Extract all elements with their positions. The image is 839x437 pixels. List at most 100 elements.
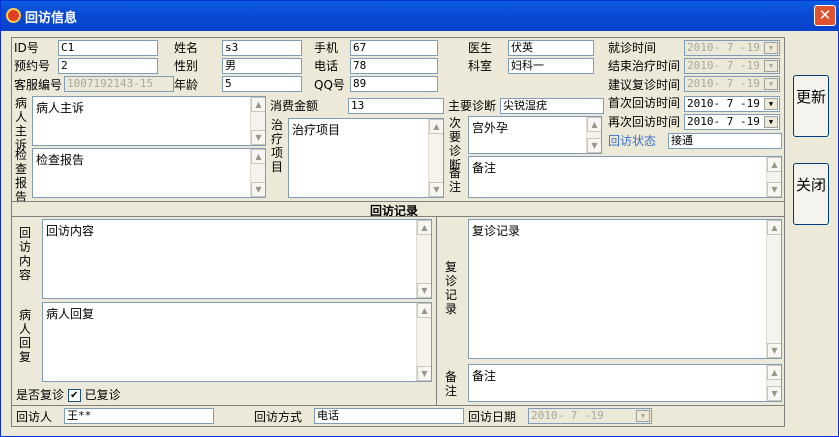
update-button[interactable]: 更新	[793, 75, 829, 137]
patient-reply-textarea[interactable]: 病人回复 ▲ ▼	[42, 302, 432, 382]
revisited-label: 是否复诊 ✔ 已复诊	[16, 388, 121, 402]
revisit-record-textarea[interactable]: 复诊记录 ▲ ▼	[468, 219, 782, 359]
scroll-down-icon[interactable]: ▼	[417, 283, 431, 298]
scrollbar[interactable]: ▲ ▼	[766, 365, 781, 401]
revisited-checkbox[interactable]: ✔	[67, 389, 81, 402]
scroll-down-icon[interactable]: ▼	[767, 343, 781, 358]
visitor-label: 回访人	[16, 410, 53, 424]
scrollbar[interactable]: ▲ ▼	[586, 117, 601, 153]
name-field[interactable]: s3	[222, 40, 302, 56]
main-diagnosis-label: 主要诊断	[448, 99, 497, 113]
appointment-label: 预约号	[14, 59, 51, 73]
scroll-down-icon[interactable]: ▼	[251, 182, 265, 197]
followup-status-label: 回访状态	[608, 134, 657, 148]
followup-content-text: 回访内容	[46, 224, 95, 238]
method-label: 回访方式	[254, 410, 303, 424]
scroll-down-icon[interactable]: ▼	[251, 130, 265, 145]
age-label: 年龄	[174, 78, 199, 92]
scroll-up-icon[interactable]: ▲	[251, 97, 265, 112]
scroll-down-icon[interactable]: ▼	[587, 138, 601, 153]
scroll-down-icon[interactable]: ▼	[767, 386, 781, 401]
gender-label: 性别	[174, 59, 199, 73]
scroll-up-icon[interactable]: ▲	[251, 149, 265, 164]
app-icon	[6, 8, 21, 23]
scroll-up-icon[interactable]: ▲	[587, 117, 601, 132]
qq-field[interactable]: 89	[350, 76, 438, 92]
complaint-textarea[interactable]: 病人主诉 ▲ ▼	[32, 96, 266, 146]
scrollbar[interactable]: ▲ ▼	[416, 220, 431, 298]
suggested-revisit-label: 建议复诊时间	[608, 78, 681, 92]
chevron-down-icon[interactable]: ▼	[764, 116, 778, 128]
section-divider	[12, 405, 784, 406]
exam-textarea[interactable]: 检查报告 ▲ ▼	[32, 148, 266, 198]
scroll-up-icon[interactable]: ▲	[417, 303, 431, 318]
section-divider	[12, 216, 784, 217]
revisited-label-text: 是否复诊	[16, 388, 65, 402]
qq-label: QQ号	[314, 78, 345, 92]
followup-date-label: 回访日期	[468, 410, 517, 424]
treatment-text: 治疗项目	[292, 123, 341, 137]
scrollbar[interactable]: ▲ ▼	[250, 149, 265, 197]
title-bar: 回访信息 ✕	[1, 1, 839, 31]
close-window-button[interactable]: ✕	[814, 5, 836, 26]
scrollbar[interactable]: ▲ ▼	[416, 303, 431, 381]
scroll-down-icon[interactable]: ▼	[767, 182, 781, 197]
treatment-textarea[interactable]: 治疗项目 ▲ ▼	[288, 118, 444, 198]
exam-text: 检查报告	[36, 153, 85, 167]
followup-content-label: 回访内容	[18, 226, 31, 282]
scroll-up-icon[interactable]: ▲	[417, 220, 431, 235]
doctor-field[interactable]: 伏英	[508, 40, 594, 56]
scroll-up-icon[interactable]: ▲	[767, 365, 781, 380]
secondary-diagnosis-textarea[interactable]: 宫外孕 ▲ ▼	[468, 116, 602, 154]
customer-no-label: 客服编号	[14, 78, 63, 92]
gender-field[interactable]: 男	[222, 58, 302, 74]
close-button[interactable]: 关闭	[793, 163, 829, 225]
first-followup-picker[interactable]: 2010- 7 -19 ▼	[684, 96, 780, 112]
next-followup-picker[interactable]: 2010- 7 -19 ▼	[684, 114, 780, 130]
mobile-field[interactable]: 67	[350, 40, 438, 56]
scroll-down-icon[interactable]: ▼	[429, 182, 443, 197]
scrollbar[interactable]: ▲ ▼	[766, 157, 781, 197]
department-label: 科室	[468, 59, 493, 73]
mobile-label: 手机	[314, 41, 339, 55]
exam-label: 检查报告	[14, 148, 27, 204]
main-diagnosis-field[interactable]: 尖锐湿疣	[500, 98, 604, 114]
note-top-text: 备注	[472, 161, 497, 175]
scroll-down-icon[interactable]: ▼	[417, 366, 431, 381]
patient-reply-text: 病人回复	[46, 307, 95, 321]
main-panel: ID号 C1 预约号 2 客服编号 1007192143-15 姓名 s3 性别…	[11, 37, 785, 427]
phone-label: 电话	[314, 59, 339, 73]
scroll-up-icon[interactable]: ▲	[429, 119, 443, 134]
method-field[interactable]: 电话	[314, 408, 464, 424]
id-field[interactable]: C1	[58, 40, 158, 56]
doctor-label: 医生	[468, 41, 493, 55]
consumption-label: 消费金额	[270, 99, 319, 113]
scrollbar[interactable]: ▲ ▼	[250, 97, 265, 145]
visitor-field[interactable]: 王**	[64, 408, 214, 424]
scroll-up-icon[interactable]: ▲	[767, 157, 781, 172]
name-label: 姓名	[174, 41, 199, 55]
followup-note-textarea[interactable]: 备注 ▲ ▼	[468, 364, 782, 402]
age-field[interactable]: 5	[222, 76, 302, 92]
next-followup-value: 2010- 7 -19	[687, 115, 760, 128]
appointment-field[interactable]: 2	[58, 58, 158, 74]
followup-status-field[interactable]: 接通	[668, 133, 782, 149]
id-label: ID号	[14, 41, 39, 55]
scrollbar[interactable]: ▲ ▼	[428, 119, 443, 197]
secondary-diagnosis-text: 宫外孕	[472, 121, 509, 135]
end-treatment-value: 2010- 7 -19	[687, 59, 760, 72]
chevron-down-icon: ▼	[636, 410, 650, 422]
scroll-up-icon[interactable]: ▲	[767, 220, 781, 235]
scrollbar[interactable]: ▲ ▼	[766, 220, 781, 358]
visit-time-picker: 2010- 7 -19 ▼	[684, 40, 780, 56]
patient-reply-label: 病人回复	[18, 308, 31, 364]
followup-content-textarea[interactable]: 回访内容 ▲ ▼	[42, 219, 432, 299]
followup-date-value: 2010- 7 -19	[531, 409, 604, 422]
chevron-down-icon: ▼	[764, 42, 778, 54]
chevron-down-icon[interactable]: ▼	[764, 98, 778, 110]
consumption-field[interactable]: 13	[348, 98, 444, 114]
department-field[interactable]: 妇科一	[508, 58, 594, 74]
followup-note-label: 备注	[444, 370, 457, 398]
note-top-textarea[interactable]: 备注 ▲ ▼	[468, 156, 782, 198]
phone-field[interactable]: 78	[350, 58, 438, 74]
